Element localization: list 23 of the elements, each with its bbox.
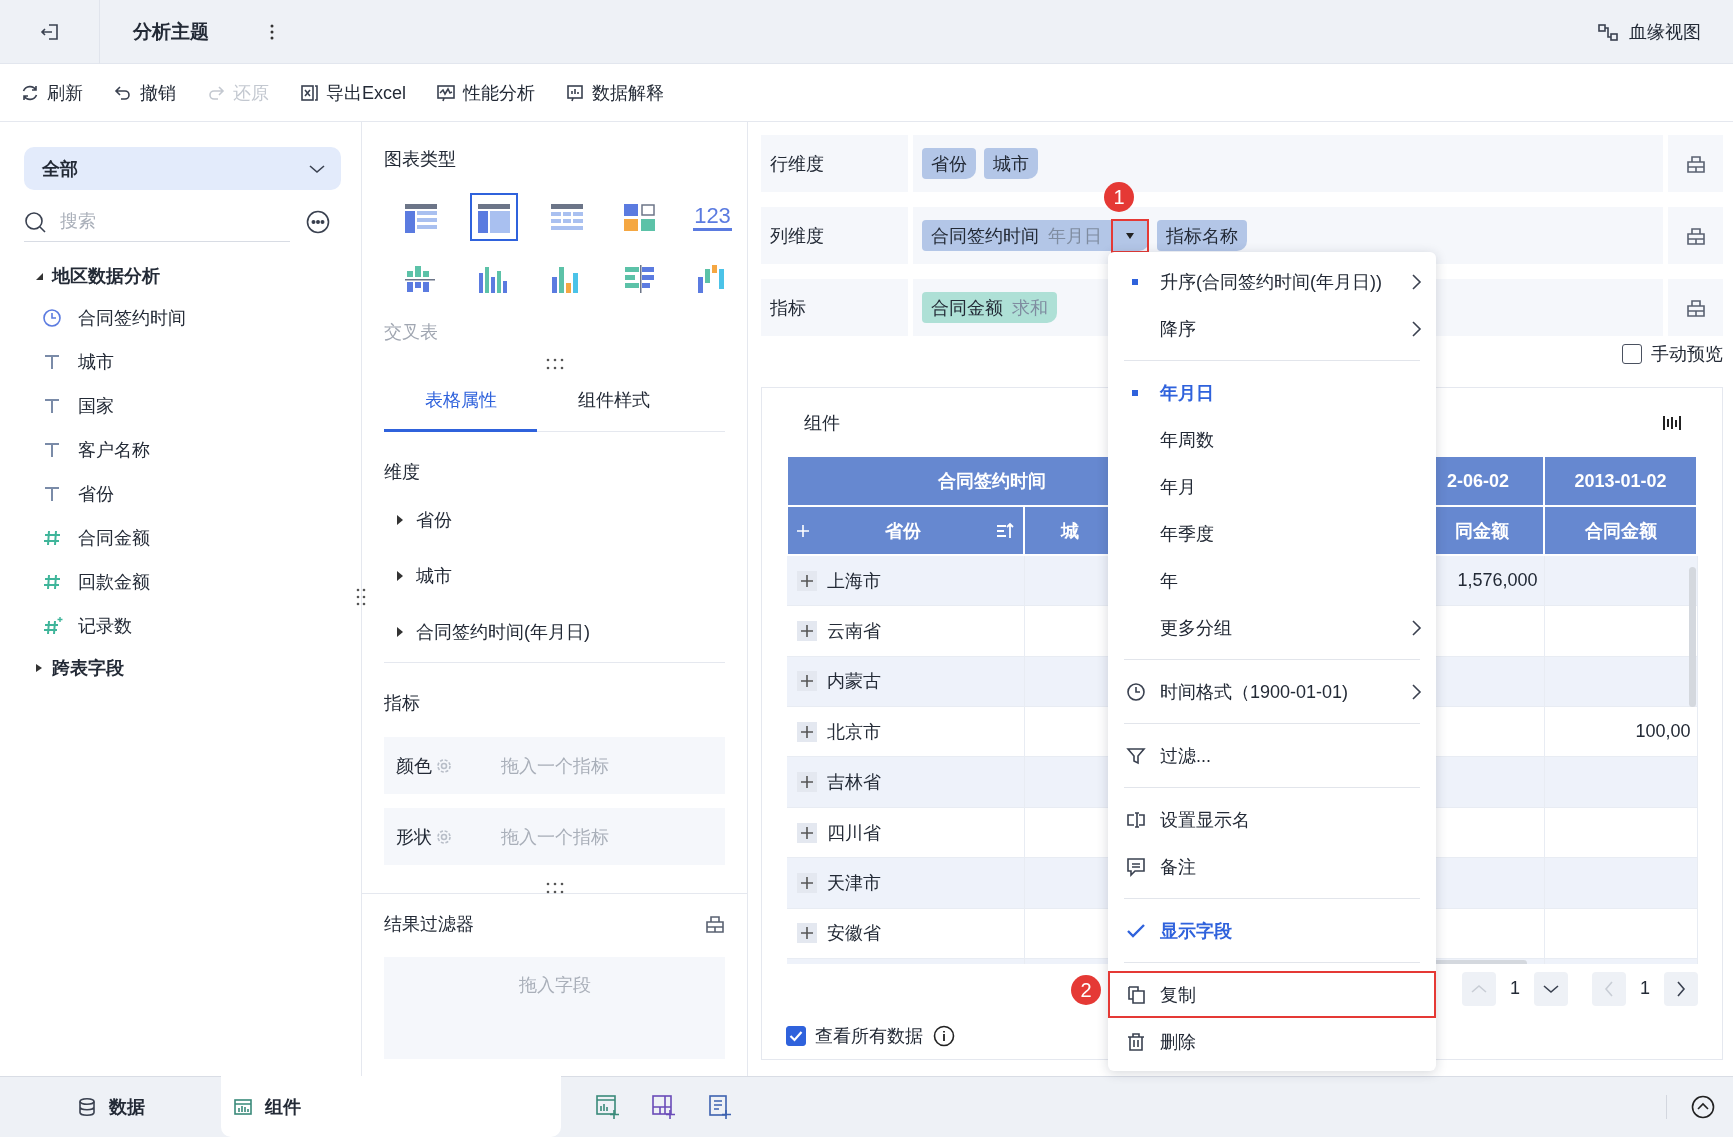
step-badge: 2 [1071,975,1101,1005]
page-number: 1 [1639,978,1651,1000]
column-header: 2013-01-02 [1544,457,1697,507]
chip-suffix: 求和 [1012,296,1048,320]
section-title: 维度 [384,461,421,484]
shelf-label: 行维度 [761,135,908,192]
slot-label: 颜色 [396,754,432,778]
shelf-label: 指标 [761,279,908,336]
drop-placeholder: 拖入一个指标 [501,825,609,849]
section-title: 指标 [384,692,421,715]
drop-placeholder: 拖入一个指标 [501,754,609,778]
column-header: 省份 [883,519,922,543]
shelf-label: 列维度 [761,207,908,264]
table-cell: 100,00 [1544,706,1697,757]
column-header: 合同金额 [1544,506,1697,556]
chip-suffix: 年月日 [1048,224,1102,248]
section-title: 结果过滤器 [384,913,474,936]
chart-type-name: 交叉表 [384,321,439,344]
section-title: 图表类型 [384,148,457,171]
page-title: 分析主题 [133,19,209,44]
widget-title: 组件 [804,411,840,435]
page-number: 1 [1509,978,1521,1000]
slot-label: 形状 [396,825,432,849]
